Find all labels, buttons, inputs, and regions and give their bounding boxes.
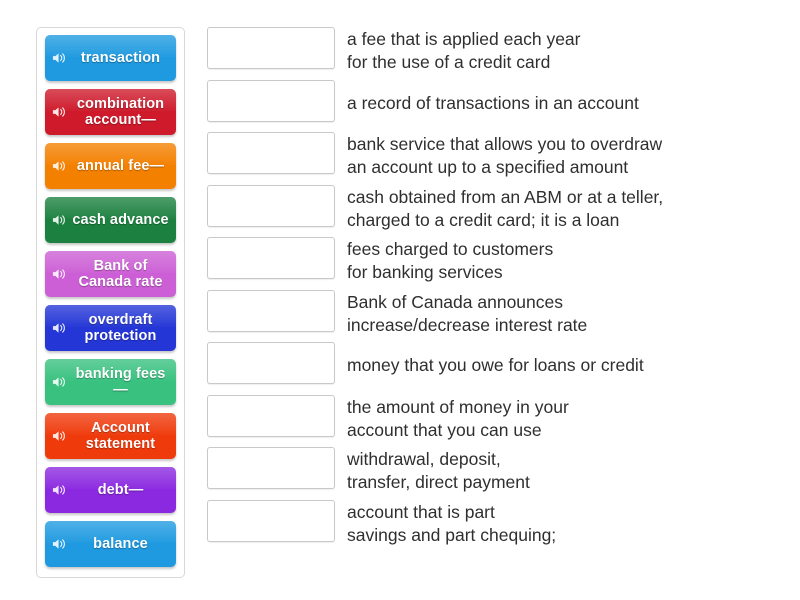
definition-row: money that you owe for loans or credit [207,342,782,395]
term-tile-label: overdraft protection [84,312,157,344]
answer-drop-box[interactable] [207,132,335,174]
term-tile-label: transaction [80,50,161,66]
term-tile[interactable]: Bank of Canada rate [45,251,176,297]
answer-drop-box[interactable] [207,394,335,437]
term-tile[interactable]: overdraft protection [45,305,176,351]
speaker-icon[interactable] [52,321,67,335]
match-up-activity: transaction combination account— annual fe… [0,0,800,600]
term-tile-label: banking fees— [75,366,166,398]
definition-text: a fee that is applied each year for the … [347,29,581,72]
answer-drop-box[interactable] [207,499,335,542]
speaker-icon[interactable] [52,537,67,551]
definition-row: a record of transactions in an account [207,79,782,133]
definition-text: the amount of money in your account that… [347,396,569,440]
term-tile[interactable]: debt— [45,467,176,513]
speaker-icon[interactable] [52,375,67,389]
term-tile-label: annual fee— [76,158,165,174]
term-tile[interactable]: cash advance [45,197,176,243]
definition-row: withdrawal, deposit, transfer, direct pa… [207,447,782,500]
definition-text: a record of transactions in an account [347,92,639,113]
definition-row: fees charged to customers for banking se… [207,237,782,290]
term-tile-label: Account statement [85,420,156,452]
term-tile-label: debt— [97,482,144,498]
answer-drop-box[interactable] [207,447,335,489]
speaker-icon[interactable] [52,483,67,497]
definition-row: a fee that is applied each year for the … [207,27,782,80]
definition-row: bank service that allows you to overdraw… [207,132,782,185]
definition-text: fees charged to customers for banking se… [347,239,554,282]
term-tile[interactable]: balance [45,521,176,567]
term-tile[interactable]: transaction [45,35,176,81]
answer-drop-box[interactable] [207,79,335,122]
term-tile-label: Bank of Canada rate [78,258,163,290]
definition-text: Bank of Canada announces increase/decrea… [347,291,588,335]
definition-text: bank service that allows you to overdraw… [347,134,663,177]
term-tile[interactable]: combination account— [45,89,176,135]
definition-rows-panel: a fee that is applied each year for the … [207,27,782,552]
speaker-icon[interactable] [52,267,67,281]
definition-row: the amount of money in your account that… [207,394,782,448]
term-tile-label: balance [93,536,148,552]
speaker-icon[interactable] [52,429,67,443]
answer-drop-box[interactable] [207,289,335,332]
term-tile-label: combination account— [76,96,165,128]
answer-drop-box[interactable] [207,27,335,69]
term-tile[interactable]: Account statement [45,413,176,459]
answer-drop-box[interactable] [207,342,335,384]
term-tile-label: cash advance [72,212,169,228]
definition-row: Bank of Canada announces increase/decrea… [207,289,782,343]
definition-row: cash obtained from an ABM or at a teller… [207,184,782,238]
speaker-icon[interactable] [52,159,67,173]
term-tile[interactable]: banking fees— [45,359,176,405]
definition-text: cash obtained from an ABM or at a teller… [347,186,664,230]
definition-row: account that is part savings and part ch… [207,499,782,553]
speaker-icon[interactable] [52,213,67,227]
definition-text: account that is part savings and part ch… [347,501,557,545]
term-tiles-list: transaction combination account— annual fe… [45,35,176,567]
speaker-icon[interactable] [52,105,67,119]
answer-drop-box[interactable] [207,237,335,279]
term-tiles-panel: transaction combination account— annual fe… [36,27,185,578]
answer-drop-box[interactable] [207,184,335,227]
term-tile[interactable]: annual fee— [45,143,176,189]
definition-text: money that you owe for loans or credit [347,355,644,375]
speaker-icon[interactable] [52,51,67,65]
definition-text: withdrawal, deposit, transfer, direct pa… [347,449,530,492]
